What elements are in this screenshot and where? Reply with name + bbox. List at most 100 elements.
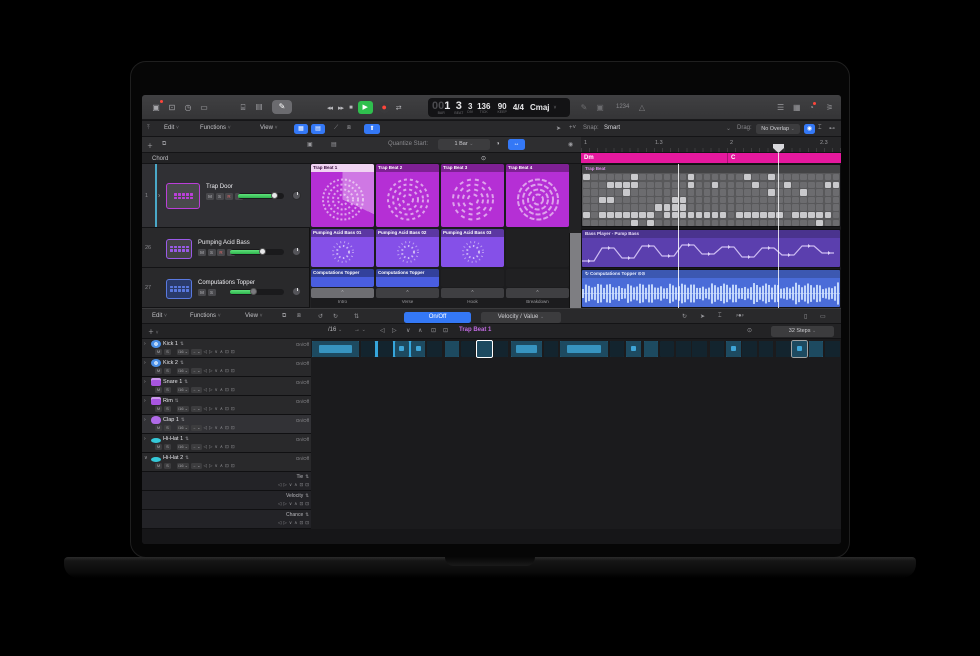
step-cell-active[interactable] [792, 341, 807, 357]
expand-width-button[interactable]: ↔ [508, 139, 525, 150]
edit-b-icon[interactable]: ⊡ [231, 387, 235, 393]
rate-display[interactable]: /16 ⌄ [177, 387, 189, 394]
loop-cell[interactable]: Computations Topper [311, 269, 374, 287]
loop-browser-icon[interactable]: ▦ [793, 103, 801, 112]
edit-a-icon[interactable]: ⊡ [225, 349, 229, 355]
solo-button[interactable]: S [164, 349, 171, 356]
onoff-mode-button[interactable]: On/Off [404, 312, 471, 323]
count-in-icon[interactable]: ▣ [594, 102, 606, 113]
loops-view-menu[interactable]: View ˅ [260, 125, 278, 131]
step-cell-active[interactable] [726, 341, 741, 357]
track-header[interactable]: 1›Trap DoorMSRI [142, 164, 310, 228]
chord-track-strip[interactable]: Dm C [581, 153, 841, 164]
empty-cell[interactable] [441, 269, 504, 287]
step-cell-active[interactable] [626, 341, 641, 357]
nudge-right-icon[interactable]: ▷ [283, 520, 286, 526]
volume-knob[interactable] [259, 248, 266, 255]
quantize-dropdown[interactable]: 1 Bar ⌄ [438, 139, 490, 150]
steps-count-dropdown[interactable]: 32 Steps ⌄ [771, 326, 834, 337]
direction-button[interactable]: → ⌄ [191, 349, 201, 356]
up-icon[interactable]: ∧ [220, 368, 223, 374]
marquee-tool-icon[interactable]: ⧈ [347, 125, 351, 132]
play-button[interactable]: ▶ [358, 101, 373, 114]
window-large-icon[interactable]: ▭ [820, 313, 826, 320]
step-cell[interactable] [825, 341, 840, 357]
nudge-left-icon[interactable]: ◁ [204, 406, 207, 412]
plus-tool-icon[interactable]: +˅ [569, 125, 576, 131]
direction-button[interactable]: → ⌄ [191, 406, 201, 413]
mute-button[interactable]: M [198, 249, 206, 256]
drum-row-header[interactable]: ›Clap 1⇅On/OffMS/16 ⌄→ ⌄◁▷∨∧⊡⊡ [142, 415, 311, 434]
nudge-left-icon[interactable]: ◁ [278, 501, 281, 507]
seq-edit-menu[interactable]: Edit ˅ [152, 313, 167, 319]
up-icon[interactable]: ∧ [220, 349, 223, 355]
volume-slider[interactable] [238, 193, 284, 199]
edit-b-icon[interactable]: ⊡ [305, 501, 309, 507]
rate-display[interactable]: /16 ⌄ [177, 425, 189, 432]
mute-button[interactable]: M [155, 406, 162, 413]
down-icon[interactable]: ∨ [214, 368, 217, 374]
mute-button[interactable]: M [155, 425, 162, 432]
timeline-ruler[interactable]: 1 1.3 2 2.3 [581, 137, 841, 153]
window-small-icon[interactable]: ▯ [804, 313, 807, 320]
chord-power-icon[interactable]: ⊙ [481, 155, 486, 162]
row-stepper-icon[interactable]: ⇅ [305, 493, 309, 499]
sub-row-header[interactable]: Tie⇅◁▷∨∧⊡⊡ [142, 472, 311, 491]
sub-row-header[interactable]: Chance⇅◁▷∨∧⊡⊡ [142, 510, 311, 529]
grid-view-toggle[interactable]: ▦ [294, 124, 308, 134]
volume-knob[interactable] [271, 192, 278, 199]
sub-row-header[interactable]: Velocity⇅◁▷∨∧⊡⊡ [142, 491, 311, 510]
track-header[interactable]: 27Computations TopperMS [142, 269, 310, 308]
nudge-right-icon[interactable]: ▷ [209, 368, 212, 374]
track-header[interactable]: 26Pumping Acid BassMSRI [142, 229, 310, 268]
volume-slider[interactable] [230, 249, 284, 255]
empty-cell[interactable] [506, 269, 569, 287]
row-stepper-icon[interactable]: ⇅ [181, 417, 185, 423]
solo-button[interactable]: S [216, 193, 224, 200]
step-cell-active[interactable] [644, 341, 659, 357]
edit-a-icon[interactable]: ⊡ [431, 327, 436, 334]
pattern-name[interactable]: Trap Beat 1 [459, 327, 491, 333]
step-cell[interactable] [610, 341, 625, 357]
down-icon[interactable]: ∨ [214, 387, 217, 393]
rate-display[interactable]: /16 ⌄ [177, 368, 189, 375]
pointer-tool-icon[interactable]: ➤ [556, 125, 561, 132]
nudge-left-icon[interactable]: ◁ [204, 387, 207, 393]
add-track-button[interactable]: ＋ [147, 141, 153, 150]
down-icon[interactable]: ∨ [214, 349, 217, 355]
down-icon[interactable]: ∨ [214, 425, 217, 431]
record-enable-button[interactable]: R [217, 249, 225, 256]
row-stepper-icon[interactable]: ⇅ [184, 379, 188, 385]
down-icon[interactable]: ∨ [214, 406, 217, 412]
pan-knob[interactable] [292, 191, 301, 200]
mute-button[interactable]: M [155, 387, 162, 394]
mute-button[interactable]: M [198, 289, 206, 296]
nudge-right-icon[interactable]: ▷ [209, 349, 212, 355]
tracks-view-toggle[interactable]: ▤ [311, 124, 325, 134]
edit-b-icon[interactable]: ⊡ [443, 327, 448, 334]
playback-direction-icon[interactable]: → ⌄ [354, 327, 366, 333]
solo-button[interactable]: S [208, 249, 216, 256]
grid-mode-icon[interactable]: ⤒ [147, 125, 150, 132]
drum-row-header[interactable]: ∨Hi-Hat 2⇅On/OffMS/16 ⌄→ ⌄◁▷∨∧⊡⊡ [142, 453, 311, 472]
down-icon[interactable]: ∨ [289, 520, 292, 526]
seq-pointer-icon[interactable]: ➤ [700, 313, 705, 320]
mute-button[interactable]: M [155, 444, 162, 451]
mixer-icon[interactable]: ‖‖ [253, 102, 265, 113]
edit-a-icon[interactable]: ⊡ [225, 444, 229, 450]
step-cell-active[interactable] [411, 341, 426, 357]
row-stepper-icon[interactable]: ⇅ [175, 398, 179, 404]
up-icon[interactable]: ∧ [220, 463, 223, 469]
list-editors-icon[interactable]: ☰ [777, 103, 784, 112]
add-row-button[interactable]: ＋ ˅ [148, 327, 159, 336]
pan-knob[interactable] [292, 247, 301, 256]
nudge-right-icon[interactable]: ▷ [209, 387, 212, 393]
solo-button[interactable]: S [164, 444, 171, 451]
screen-record-icon[interactable]: ▣ [150, 102, 162, 113]
lcd-display[interactable]: 001BAR 3BEAT 3DIV 136TICK 90KEEP 4/4 Cma… [428, 98, 570, 117]
edit-a-icon[interactable]: ⊡ [225, 425, 229, 431]
nudge-left-icon[interactable]: ◁ [204, 444, 207, 450]
disclosure-arrow-icon[interactable]: › [144, 436, 149, 442]
display-icon[interactable]: ⊡ [166, 102, 178, 113]
nudge-right-icon[interactable]: ▷ [283, 482, 286, 488]
